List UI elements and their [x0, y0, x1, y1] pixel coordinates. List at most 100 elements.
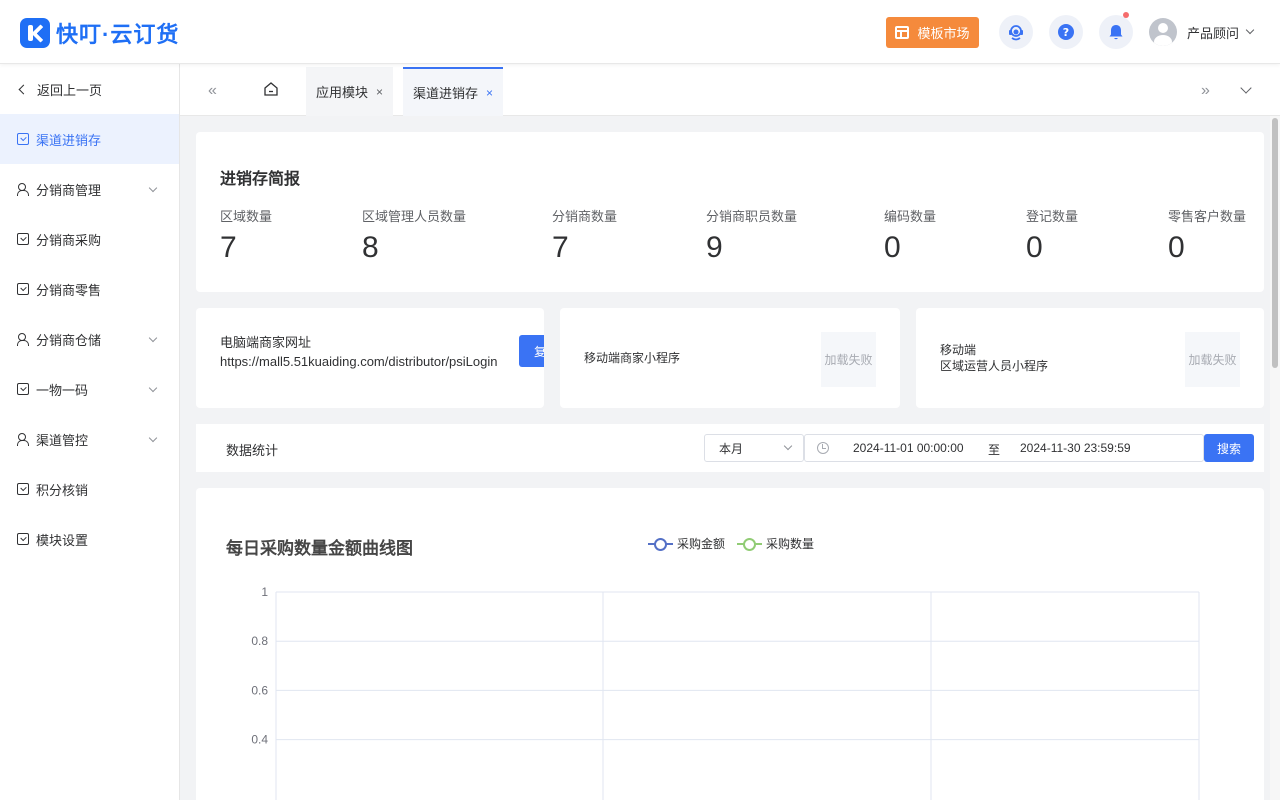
mobile-region-card: 移动端 区域运营人员小程序 加载失败	[916, 308, 1264, 408]
stat-retail-customer-count: 零售客户数量 0	[1168, 206, 1246, 265]
stat-label: 分销商数量	[552, 209, 618, 224]
sidebar-item-distributor-warehouse[interactable]: 分销商仓储	[0, 314, 179, 364]
stat-region-count: 区域数量 7	[220, 206, 272, 265]
sidebar-item-distributor-management[interactable]: 分销商管理	[0, 164, 179, 214]
notification-button[interactable]	[1099, 12, 1133, 49]
sidebar-item-module-settings[interactable]: 模块设置	[0, 514, 179, 564]
y-tick-label: 0.8	[251, 634, 268, 648]
sidebar-item-label: 一物一码	[36, 382, 89, 398]
chevron-down-icon	[148, 183, 158, 193]
page-scrollbar[interactable]	[1270, 116, 1280, 800]
sidebar-item-distributor-purchase[interactable]: 分销商采购	[0, 214, 179, 264]
template-market-button[interactable]: 模板市场	[886, 17, 979, 48]
stat-value: 7	[552, 231, 569, 264]
qr-load-failed: 加载失败	[821, 332, 876, 387]
template-market-label: 模板市场	[917, 26, 970, 41]
y-tick-label: 0.4	[251, 733, 268, 747]
sidebar-item-label: 分销商管理	[36, 182, 102, 198]
stat-label: 零售客户数量	[1168, 209, 1247, 224]
people-icon	[17, 333, 29, 346]
mobile-merchant-label: 移动端商家小程序	[584, 351, 681, 365]
user-menu[interactable]: 产品顾问	[1149, 18, 1255, 46]
sidebar-item-distributor-retail[interactable]: 分销商零售	[0, 264, 179, 314]
chart-plot: 1 0.8 0.6 0.4	[251, 585, 1200, 800]
logo-icon	[20, 18, 50, 48]
tab-label: 渠道进销存	[413, 86, 479, 101]
stat-region-manager-count: 区域管理人员数量 8	[362, 206, 466, 265]
sidebar-item-channel-control[interactable]: 渠道管控	[0, 414, 179, 464]
template-icon	[895, 26, 910, 39]
box-icon	[17, 483, 29, 495]
sidebar-item-label: 积分核销	[36, 482, 89, 498]
sidebar-item-label: 渠道管控	[36, 432, 89, 448]
sidebar-item-label: 分销商零售	[36, 282, 102, 298]
close-icon[interactable]: ×	[376, 85, 383, 99]
app-logo[interactable]: 快叮·云订货	[20, 17, 179, 49]
tabs-bar: « 应用模块 × 渠道进销存 × »	[180, 64, 1280, 116]
period-value: 本月	[719, 441, 744, 456]
period-select[interactable]: 本月	[704, 434, 804, 462]
copy-button[interactable]: 复制	[519, 335, 544, 367]
stat-label: 编码数量	[884, 209, 937, 224]
stat-label: 分销商职员数量	[706, 209, 798, 224]
help-button[interactable]: ?	[1049, 15, 1083, 49]
stats-filter-bar: 数据统计 本月 2024-11-01 00:00:00 至 2024-11-30…	[196, 424, 1264, 472]
chevron-down-icon	[1245, 25, 1255, 35]
back-button[interactable]: 返回上一页	[0, 64, 179, 114]
notification-dot	[1123, 12, 1129, 18]
stat-distributor-count: 分销商数量 7	[552, 206, 617, 265]
top-header: 快叮·云订货 模板市场 ? 产品顾问	[0, 0, 1280, 64]
sidebar-item-points-redemption[interactable]: 积分核销	[0, 464, 179, 514]
close-icon[interactable]: ×	[486, 86, 493, 100]
pc-url-text[interactable]: https://mall5.51kuaiding.com/distributor…	[220, 352, 497, 371]
people-icon	[17, 183, 29, 196]
help-icon: ?	[1058, 24, 1074, 40]
stat-label: 区域管理人员数量	[362, 209, 467, 224]
double-chevron-right-icon[interactable]: »	[1201, 82, 1210, 100]
chevron-down-icon	[148, 333, 158, 343]
mobile-region-line1: 移动端	[940, 343, 977, 357]
sidebar-item-channel-inventory[interactable]: 渠道进销存	[0, 114, 179, 164]
stat-value: 0	[884, 231, 901, 264]
box-icon	[17, 533, 29, 545]
chevron-down-icon	[148, 383, 158, 393]
date-range-picker[interactable]: 2024-11-01 00:00:00 至 2024-11-30 23:59:5…	[804, 434, 1204, 462]
sidebar-item-label: 分销商采购	[36, 232, 102, 248]
chevron-down-icon	[783, 441, 793, 451]
stat-value: 0	[1026, 231, 1043, 264]
stat-registration-count: 登记数量 0	[1026, 206, 1078, 265]
home-icon[interactable]	[263, 81, 279, 97]
search-button[interactable]: 搜索	[1204, 434, 1254, 462]
stat-distributor-staff-count: 分销商职员数量 9	[706, 206, 797, 265]
clock-icon	[817, 442, 829, 454]
double-chevron-left-icon[interactable]: «	[208, 82, 217, 100]
date-start[interactable]: 2024-11-01 00:00:00	[853, 441, 964, 455]
customer-service-button[interactable]	[999, 15, 1033, 49]
qr-load-failed: 加载失败	[1185, 332, 1240, 387]
chevron-down-icon	[148, 433, 158, 443]
sidebar-item-one-item-one-code[interactable]: 一物一码	[0, 364, 179, 414]
scrollbar-thumb[interactable]	[1272, 118, 1278, 368]
mobile-region-label: 移动端 区域运营人员小程序	[940, 342, 1048, 374]
y-tick-label: 1	[261, 585, 268, 599]
chevron-left-icon	[18, 84, 29, 94]
customer-service-icon	[1009, 25, 1023, 41]
stats-label: 数据统计	[226, 443, 279, 458]
date-end[interactable]: 2024-11-30 23:59:59	[1020, 441, 1131, 455]
logo-text: 快叮·云订货	[56, 22, 180, 47]
stat-code-count: 编码数量 0	[884, 206, 936, 265]
box-icon	[17, 133, 29, 145]
tabs-dropdown-icon[interactable]	[1240, 82, 1252, 94]
box-icon	[17, 233, 29, 245]
sidebar-item-label: 模块设置	[36, 532, 89, 548]
stat-label: 登记数量	[1026, 209, 1079, 224]
people-icon	[17, 433, 29, 446]
user-name: 产品顾问	[1187, 25, 1240, 41]
tab-channel-inventory[interactable]: 渠道进销存 ×	[403, 67, 504, 116]
box-icon	[17, 283, 29, 295]
tab-app-module[interactable]: 应用模块 ×	[306, 67, 394, 116]
pc-url-title: 电脑端商家网址	[220, 335, 312, 350]
tab-label: 应用模块	[316, 85, 369, 100]
avatar	[1149, 18, 1177, 46]
y-tick-label: 0.6	[251, 683, 268, 697]
